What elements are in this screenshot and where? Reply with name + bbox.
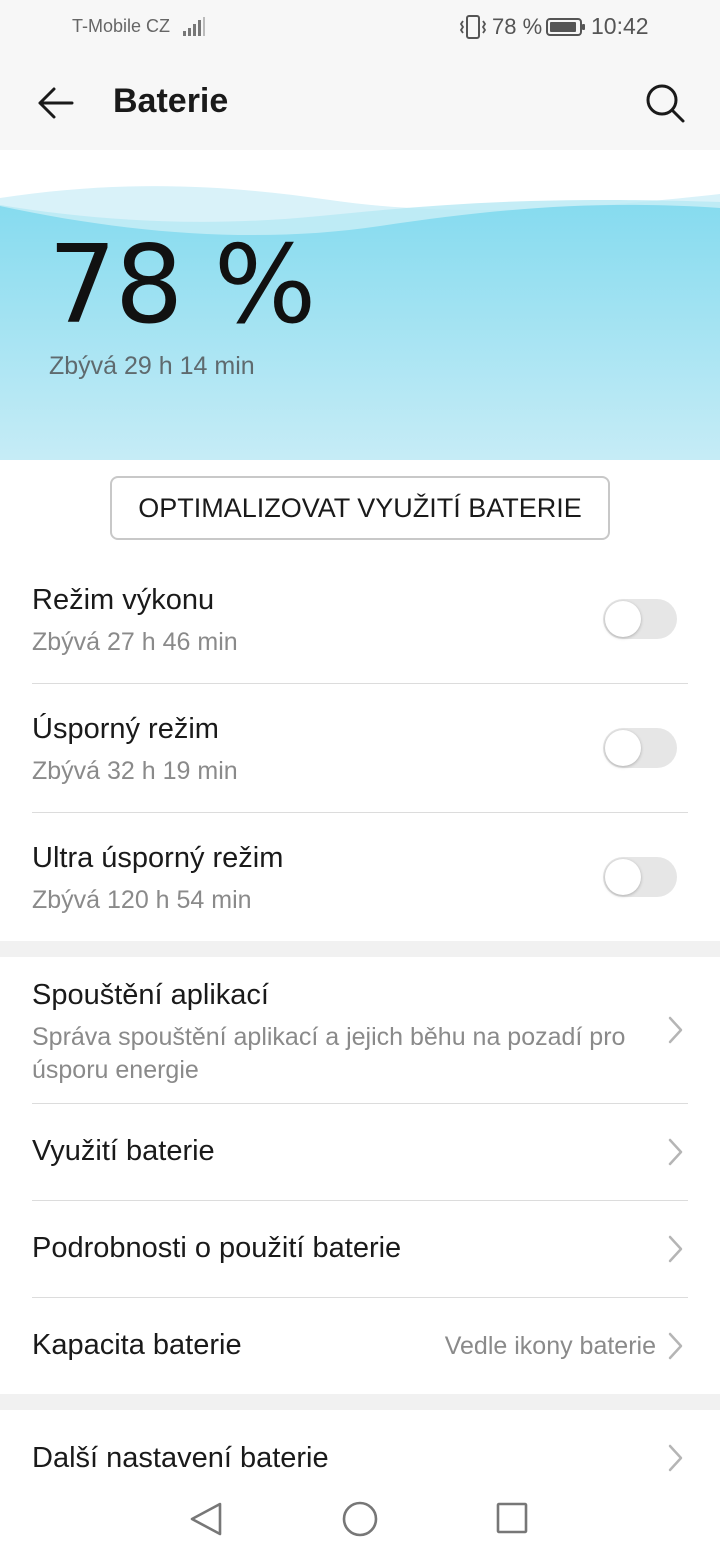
row-title: Kapacita baterie [32,1329,242,1361]
remaining-time: Zbývá 29 h 14 min [49,352,255,380]
battery-percent-text: 78 % [492,14,543,39]
row-description: Správa spouštění aplikací a jejich běhu … [32,1023,626,1084]
clock: 10:42 [591,13,649,39]
settings-row-battery-capacity[interactable]: Kapacita baterie Vedle ikony baterie [0,1298,720,1394]
battery-percent-large: 78 % [48,223,316,348]
navigation-bar [0,1480,720,1560]
signal-icon [183,17,205,36]
page-title: Baterie [113,82,229,120]
row-title: Podrobnosti o použití baterie [32,1232,402,1264]
battery-icon [546,18,585,36]
chevron-right-icon [668,1016,683,1044]
chevron-right-icon [668,1444,683,1472]
chevron-right-icon [668,1235,683,1263]
settings-row-app-launch[interactable]: Spouštění aplikací Správa spouštění apli… [0,957,720,1103]
power-mode-row-power-saving[interactable]: Úsporný režim Zbývá 32 h 19 min [0,689,720,813]
nav-home-icon[interactable] [341,1500,379,1538]
battery-hero: 78 % Zbývá 29 h 14 min [0,150,720,460]
toggle-knob [605,859,641,895]
power-mode-row-ultra[interactable]: Ultra úsporný režim Zbývá 120 h 54 min [0,818,720,942]
status-bar: T-Mobile CZ 78 % 10:42 [0,0,720,56]
performance-mode-toggle[interactable] [603,599,677,639]
carrier-name: T-Mobile CZ [72,16,171,36]
section-separator [0,1394,720,1410]
app-bar: Baterie [0,56,720,150]
row-title: Další nastavení baterie [32,1442,329,1474]
power-saving-toggle[interactable] [603,728,677,768]
chevron-right-icon [668,1138,683,1166]
row-title: Ultra úsporný režim [32,842,284,874]
back-arrow-icon[interactable] [34,82,76,124]
toggle-knob [605,601,641,637]
settings-row-usage-details[interactable]: Podrobnosti o použití baterie [0,1201,720,1297]
row-subtitle: Zbývá 120 h 54 min [32,886,252,914]
divider [32,683,688,684]
row-title: Spouštění aplikací [32,979,269,1011]
row-title: Režim výkonu [32,584,215,616]
toggle-knob [605,730,641,766]
nav-back-icon[interactable] [188,1500,224,1538]
nav-recents-icon[interactable] [495,1501,529,1535]
divider [32,812,688,813]
ultra-power-saving-toggle[interactable] [603,857,677,897]
row-title: Úsporný režim [32,713,219,745]
settings-row-battery-usage[interactable]: Využití baterie [0,1104,720,1200]
settings-row-more-battery-settings[interactable]: Další nastavení baterie [0,1410,720,1480]
section-separator [0,941,720,957]
row-value: Vedle ikony baterie [444,1332,656,1360]
vibrate-icon [459,15,487,39]
row-subtitle: Zbývá 27 h 46 min [32,628,238,656]
optimize-battery-button[interactable]: OPTIMALIZOVAT VYUŽITÍ BATERIE [110,476,610,540]
row-subtitle: Zbývá 32 h 19 min [32,757,238,785]
search-icon[interactable] [642,80,688,126]
power-mode-row-performance[interactable]: Režim výkonu Zbývá 27 h 46 min [0,560,720,684]
chevron-right-icon [668,1332,683,1360]
row-title: Využití baterie [32,1135,215,1167]
